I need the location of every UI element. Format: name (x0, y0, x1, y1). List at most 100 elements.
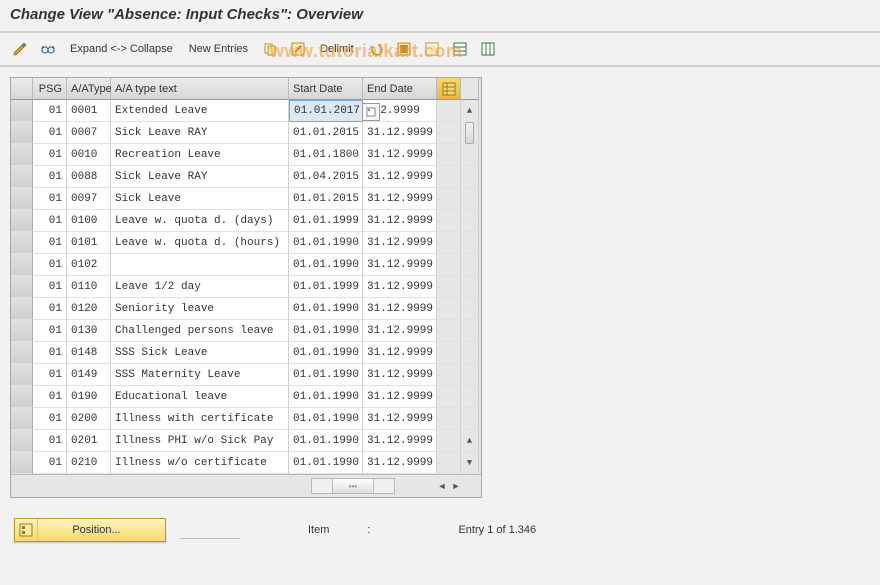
f4-help-icon[interactable] (362, 103, 380, 121)
cell-end-date[interactable]: 31.12.9999 (363, 342, 437, 364)
cell-psg[interactable]: 01 (33, 100, 67, 122)
cell-psg[interactable]: 01 (33, 320, 67, 342)
vscroll-track[interactable] (461, 364, 479, 386)
vscroll-track[interactable] (461, 298, 479, 320)
cell-start-date[interactable]: 01.01.1990 (289, 430, 363, 452)
vscroll-track[interactable] (461, 408, 479, 430)
cell-end-date[interactable]: 31.12.9999 (363, 166, 437, 188)
table-row[interactable]: 010120Seniority leave01.01.199031.12.999… (11, 298, 481, 320)
cell-end-date[interactable]: 31.12.9999 (363, 276, 437, 298)
table-row[interactable]: 010010Recreation Leave01.01.180031.12.99… (11, 144, 481, 166)
cell-start-date[interactable]: 01.01.1990 (289, 386, 363, 408)
cell-end-date[interactable]: 31.12.9999 (363, 408, 437, 430)
cell-aatype[interactable]: 0210 (67, 452, 111, 474)
hscroll-right-icon[interactable]: ► (449, 479, 463, 493)
cell-start-date[interactable]: 01.01.1990 (289, 298, 363, 320)
vscroll-track[interactable] (461, 276, 479, 298)
header-select-all[interactable] (11, 78, 33, 100)
cell-psg[interactable]: 01 (33, 210, 67, 232)
glasses-icon[interactable] (38, 39, 58, 59)
vscroll-step-up-icon[interactable]: ▲ (461, 430, 479, 452)
cell-aatext[interactable]: SSS Sick Leave (111, 342, 289, 364)
vscroll-track[interactable] (461, 232, 479, 254)
vscroll-track[interactable] (461, 166, 479, 188)
cell-aatext[interactable]: Recreation Leave (111, 144, 289, 166)
table-row[interactable]: 010007Sick Leave RAY01.01.201531.12.9999 (11, 122, 481, 144)
table-row[interactable]: 010101Leave w. quota d. (hours)01.01.199… (11, 232, 481, 254)
cell-psg[interactable]: 01 (33, 144, 67, 166)
status-input-1[interactable] (180, 522, 240, 539)
cell-psg[interactable]: 01 (33, 276, 67, 298)
row-select-handle[interactable] (11, 408, 33, 430)
table-row[interactable]: 01010201.01.199031.12.9999 (11, 254, 481, 276)
cell-end-date[interactable]: 31.12.9999 (363, 452, 437, 474)
cell-aatype[interactable]: 0102 (67, 254, 111, 276)
cell-aatext[interactable]: Illness with certificate (111, 408, 289, 430)
cell-aatext[interactable]: Sick Leave RAY (111, 122, 289, 144)
cell-end-date[interactable]: 31.12.9999 (363, 232, 437, 254)
row-select-handle[interactable] (11, 364, 33, 386)
header-aatext[interactable]: A/A type text (111, 78, 289, 100)
header-psg[interactable]: PSG (33, 78, 67, 100)
cell-aatext[interactable]: Illness PHI w/o Sick Pay (111, 430, 289, 452)
cell-start-date[interactable]: 01.01.2015 (289, 122, 363, 144)
table-row[interactable]: 010097Sick Leave01.01.201531.12.9999 (11, 188, 481, 210)
cell-aatext[interactable]: Leave 1/2 day (111, 276, 289, 298)
position-button[interactable]: Position... (14, 518, 166, 542)
cell-psg[interactable]: 01 (33, 342, 67, 364)
cell-start-date[interactable]: 01.01.1999 (289, 210, 363, 232)
row-select-handle[interactable] (11, 430, 33, 452)
vscroll-track[interactable] (461, 188, 479, 210)
cell-end-date[interactable]: 31.12.9999 (363, 254, 437, 276)
cell-aatype[interactable]: 0001 (67, 100, 111, 122)
cell-aatype[interactable]: 0190 (67, 386, 111, 408)
row-select-handle[interactable] (11, 342, 33, 364)
cell-start-date[interactable]: 01.01.1990 (289, 342, 363, 364)
cell-aatext[interactable]: Extended Leave (111, 100, 289, 122)
vscroll-track[interactable] (461, 254, 479, 276)
cell-aatype[interactable]: 0007 (67, 122, 111, 144)
hscroll-track[interactable]: ••• (311, 478, 395, 494)
vscroll-track[interactable] (461, 342, 479, 364)
select-all-icon[interactable] (394, 39, 414, 59)
cell-start-date[interactable]: 01.01.1990 (289, 452, 363, 474)
header-aatype[interactable]: A/AType (67, 78, 111, 100)
row-select-handle[interactable] (11, 386, 33, 408)
cell-end-date[interactable]: 31.12.9999 (363, 430, 437, 452)
cell-start-date[interactable]: 01.01.2017 (289, 100, 363, 122)
cell-start-date[interactable]: 01.01.1800 (289, 144, 363, 166)
cell-psg[interactable]: 01 (33, 122, 67, 144)
cell-aatype[interactable]: 0097 (67, 188, 111, 210)
undo-icon[interactable] (366, 39, 386, 59)
cell-end-date[interactable]: 31.12.9999 (363, 210, 437, 232)
cell-psg[interactable]: 01 (33, 452, 67, 474)
row-select-handle[interactable] (11, 166, 33, 188)
cell-psg[interactable]: 01 (33, 298, 67, 320)
row-select-handle[interactable] (11, 232, 33, 254)
cell-psg[interactable]: 01 (33, 188, 67, 210)
vscroll-down-icon[interactable]: ▼ (461, 452, 479, 474)
cell-aatype[interactable]: 0201 (67, 430, 111, 452)
table-row[interactable]: 010100Leave w. quota d. (days)01.01.1999… (11, 210, 481, 232)
cell-start-date[interactable]: 01.01.1990 (289, 364, 363, 386)
cell-aatype[interactable]: 0120 (67, 298, 111, 320)
row-select-handle[interactable] (11, 298, 33, 320)
cell-aatext[interactable]: Challenged persons leave (111, 320, 289, 342)
new-entries-button[interactable]: New Entries (185, 43, 252, 55)
delete-icon[interactable] (288, 39, 308, 59)
cell-aatype[interactable]: 0010 (67, 144, 111, 166)
header-start-date[interactable]: Start Date (289, 78, 363, 100)
cell-aatype[interactable]: 0149 (67, 364, 111, 386)
vscroll-up-icon[interactable]: ▲ (461, 100, 479, 122)
row-select-handle[interactable] (11, 122, 33, 144)
table-row[interactable]: 010088Sick Leave RAY01.04.201531.12.9999 (11, 166, 481, 188)
cell-aatype[interactable]: 0101 (67, 232, 111, 254)
cell-psg[interactable]: 01 (33, 254, 67, 276)
hscroll-left-icon[interactable]: ◄ (435, 479, 449, 493)
cell-aatype[interactable]: 0148 (67, 342, 111, 364)
row-select-handle[interactable] (11, 100, 33, 122)
expand-collapse-button[interactable]: Expand <-> Collapse (66, 43, 177, 55)
table-row[interactable]: 010201Illness PHI w/o Sick Pay01.01.1990… (11, 430, 481, 452)
table-row[interactable]: 010190Educational leave01.01.199031.12.9… (11, 386, 481, 408)
table-row[interactable]: 010210Illness w/o certificate01.01.19903… (11, 452, 481, 474)
